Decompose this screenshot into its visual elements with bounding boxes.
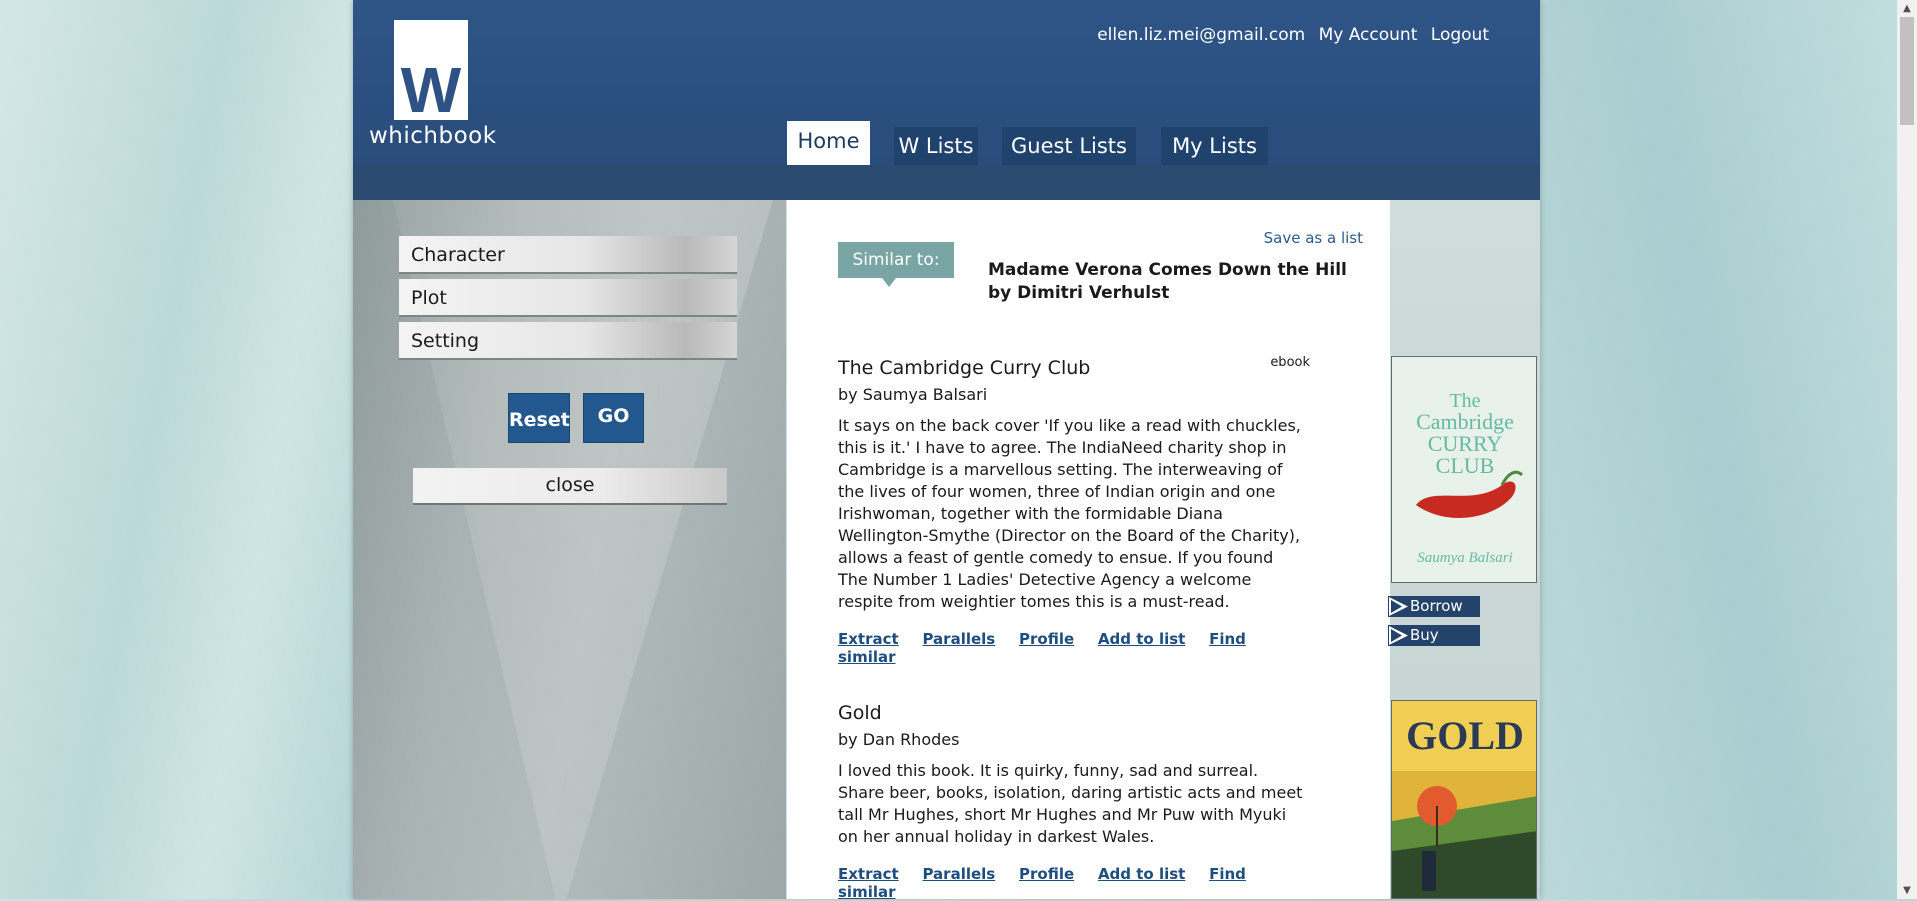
result-item: The Cambridge Curry Club by Saumya Balsa… (838, 357, 1318, 666)
logout-link[interactable]: Logout (1431, 25, 1489, 45)
svg-text:Saumya Balsari: Saumya Balsari (1417, 550, 1512, 566)
extract-link[interactable]: Extract (838, 865, 899, 883)
profile-link[interactable]: Profile (1019, 865, 1074, 883)
header-bottom-bar (353, 165, 1540, 200)
borrow-button[interactable]: Borrow (1388, 596, 1480, 617)
scroll-up-arrow-icon[interactable]: ▲ (1897, 0, 1917, 17)
tab-home[interactable]: Home (787, 121, 870, 165)
results-panel: Save as a list Similar to: Madame Verona… (787, 200, 1390, 901)
book-title: The Cambridge Curry Club (838, 357, 1091, 379)
play-arrow-icon (1389, 626, 1408, 645)
logo-text: whichbook (369, 123, 497, 149)
go-button[interactable]: GO (583, 393, 644, 443)
save-as-list-link[interactable]: Save as a list (1264, 229, 1363, 247)
cover-art: The Cambridge CURRY CLUB Saumya Balsari (1392, 357, 1536, 582)
similar-to-title: Madame Verona Comes Down the Hill by Dim… (988, 260, 1347, 303)
buy-button[interactable]: Buy (1388, 625, 1480, 646)
cover-column: The Cambridge CURRY CLUB Saumya Balsari … (1388, 200, 1540, 899)
tab-w-lists[interactable]: W Lists (894, 127, 978, 165)
page-container: W whichbook ellen.liz.mei@gmail.com My A… (353, 0, 1540, 901)
book-title: Gold (838, 702, 882, 724)
play-arrow-icon (1389, 597, 1408, 616)
close-button[interactable]: close (413, 468, 727, 505)
tab-guest-lists[interactable]: Guest Lists (1002, 127, 1136, 165)
logo-w-mark: W (394, 20, 468, 122)
add-to-list-link[interactable]: Add to list (1098, 865, 1185, 883)
scroll-thumb[interactable] (1900, 17, 1914, 125)
cover-art: GOLD (1392, 701, 1536, 898)
vertical-scrollbar[interactable]: ▲ ▼ (1897, 0, 1917, 899)
page-background-right (1540, 0, 1897, 899)
parallels-link[interactable]: Parallels (922, 630, 995, 648)
parallels-link[interactable]: Parallels (922, 865, 995, 883)
user-email-link[interactable]: ellen.liz.mei@gmail.com (1097, 25, 1305, 45)
facet-setting[interactable]: Setting (399, 322, 737, 360)
my-account-link[interactable]: My Account (1319, 25, 1418, 45)
page-background-left (0, 0, 353, 899)
scroll-down-arrow-icon[interactable]: ▼ (1897, 882, 1917, 899)
book-links: Extract Parallels Profile Add to list Fi… (838, 630, 1318, 666)
extract-link[interactable]: Extract (838, 630, 899, 648)
svg-text:CLUB: CLUB (1436, 453, 1495, 478)
reset-button[interactable]: Reset (508, 393, 570, 443)
facet-plot[interactable]: Plot (399, 279, 737, 317)
add-to-list-link[interactable]: Add to list (1098, 630, 1185, 648)
svg-text:GOLD: GOLD (1406, 713, 1524, 758)
result-item: Gold by Dan Rhodes I loved this book. It… (838, 702, 1318, 901)
search-sidebar: Character Plot Setting Reset GO close (353, 200, 786, 899)
book-blurb: I loved this book. It is quirky, funny, … (838, 761, 1303, 846)
account-bar: ellen.liz.mei@gmail.com My Account Logou… (1089, 25, 1489, 45)
book-links: Extract Parallels Profile Add to list Fi… (838, 865, 1318, 901)
book-author: by Dan Rhodes (838, 730, 960, 749)
site-header: W whichbook ellen.liz.mei@gmail.com My A… (353, 0, 1540, 200)
book-cover-cambridge-curry-club[interactable]: The Cambridge CURRY CLUB Saumya Balsari (1391, 356, 1537, 583)
tab-my-lists[interactable]: My Lists (1161, 127, 1268, 165)
whichbook-logo[interactable]: W whichbook (369, 18, 504, 153)
similar-to-badge: Similar to: (838, 242, 954, 287)
profile-link[interactable]: Profile (1019, 630, 1074, 648)
book-author: by Saumya Balsari (838, 385, 988, 404)
facet-character[interactable]: Character (399, 236, 737, 274)
book-cover-gold[interactable]: GOLD (1391, 700, 1537, 899)
book-blurb: It says on the back cover 'If you like a… (838, 416, 1301, 611)
